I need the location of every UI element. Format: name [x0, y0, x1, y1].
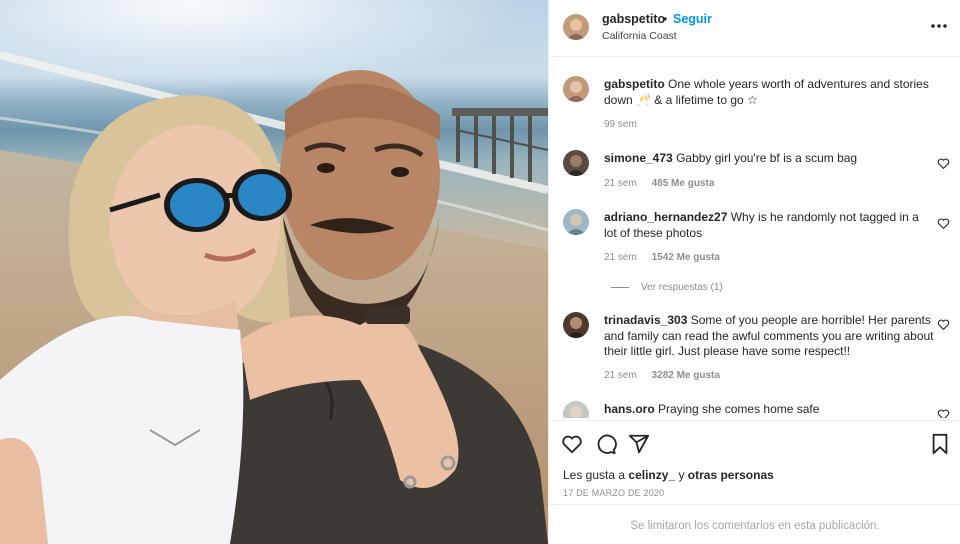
heart-icon[interactable]	[937, 318, 950, 331]
post-author-username[interactable]: gabspetito	[602, 12, 665, 26]
user-avatar-icon	[563, 209, 589, 235]
more-options-icon[interactable]	[929, 16, 949, 36]
post-photo[interactable]	[0, 0, 548, 544]
avatar[interactable]	[563, 76, 589, 102]
comment-body: Gabby girl you're bf is a scum bag	[676, 151, 858, 165]
comment-text: gabspetito One whole years worth of adve…	[604, 77, 934, 108]
comment-meta: 21 sem 1542 Me gusta	[604, 252, 732, 263]
view-replies-label: Ver respuestas (1)	[641, 282, 723, 293]
comment-likes[interactable]: 1542 Me gusta	[652, 252, 720, 263]
profile-avatar-icon	[563, 14, 589, 40]
liked-by-user[interactable]: celinzy_	[628, 468, 675, 482]
comment-text: trinadavis_303 Some of you people are ho…	[604, 313, 934, 360]
comments-list[interactable]: gabspetito One whole years worth of adve…	[549, 58, 960, 418]
comment-username[interactable]: simone_473	[604, 151, 673, 165]
post-date[interactable]: 17 DE MARZO DE 2020	[563, 488, 664, 498]
post-actions	[549, 420, 960, 464]
likes-summary: Les gusta a celinzy_ y otras personas	[563, 468, 774, 482]
avatar[interactable]	[563, 14, 589, 40]
comment-meta: 21 sem 485 Me gusta	[604, 178, 726, 189]
comment-meta: 99 sem	[604, 119, 649, 130]
post-details-panel: gabspetito • Seguir California Coast gab…	[548, 0, 960, 544]
comment-username[interactable]: gabspetito	[604, 77, 665, 91]
heart-icon[interactable]	[937, 157, 950, 170]
comment-username[interactable]: trinadavis_303	[604, 313, 687, 327]
separator-dot: •	[663, 12, 668, 26]
comments-limited-notice: Se limitaron los comentarios en esta pub…	[549, 504, 960, 544]
comment-time[interactable]: 21 sem	[604, 252, 637, 263]
replies-divider	[611, 286, 629, 288]
comment-text: adriano_hernandez27 Why is he randomly n…	[604, 210, 934, 241]
comment-time[interactable]: 21 sem	[604, 178, 637, 189]
avatar[interactable]	[563, 150, 589, 176]
post-location[interactable]: California Coast	[602, 30, 677, 42]
comment-likes[interactable]: 485 Me gusta	[652, 178, 715, 189]
comment-username[interactable]: hans.oro	[604, 402, 655, 416]
likes-prefix: Les gusta a	[563, 468, 626, 482]
comment-text: simone_473 Gabby girl you're bf is a scu…	[604, 151, 934, 167]
comment-username[interactable]: adriano_hernandez27	[604, 210, 727, 224]
user-avatar-icon	[563, 401, 589, 418]
post-header: gabspetito • Seguir California Coast	[549, 0, 960, 57]
comment-body: Praying she comes home safe	[658, 402, 820, 416]
comment-text: hans.oro Praying she comes home safe	[604, 402, 934, 418]
likes-connector: y	[678, 468, 685, 482]
share-icon[interactable]	[628, 433, 650, 455]
comment-icon[interactable]	[595, 433, 617, 455]
view-replies-button[interactable]: Ver respuestas (1)	[611, 282, 723, 293]
bookmark-icon[interactable]	[929, 433, 951, 455]
avatar[interactable]	[563, 312, 589, 338]
photo-illustration	[0, 0, 548, 544]
follow-button[interactable]: Seguir	[673, 12, 712, 26]
avatar[interactable]	[563, 401, 589, 418]
comment-likes[interactable]: 3282 Me gusta	[652, 370, 720, 381]
profile-avatar-icon	[563, 76, 589, 102]
comment-time[interactable]: 21 sem	[604, 370, 637, 381]
user-avatar-icon	[563, 150, 589, 176]
heart-icon[interactable]	[561, 433, 583, 455]
user-avatar-icon	[563, 312, 589, 338]
liked-by-others[interactable]: otras personas	[688, 468, 774, 482]
heart-icon[interactable]	[937, 408, 950, 418]
avatar[interactable]	[563, 209, 589, 235]
heart-icon[interactable]	[937, 217, 950, 230]
comment-time[interactable]: 99 sem	[604, 119, 637, 130]
comment-meta: 21 sem 3282 Me gusta	[604, 370, 732, 381]
